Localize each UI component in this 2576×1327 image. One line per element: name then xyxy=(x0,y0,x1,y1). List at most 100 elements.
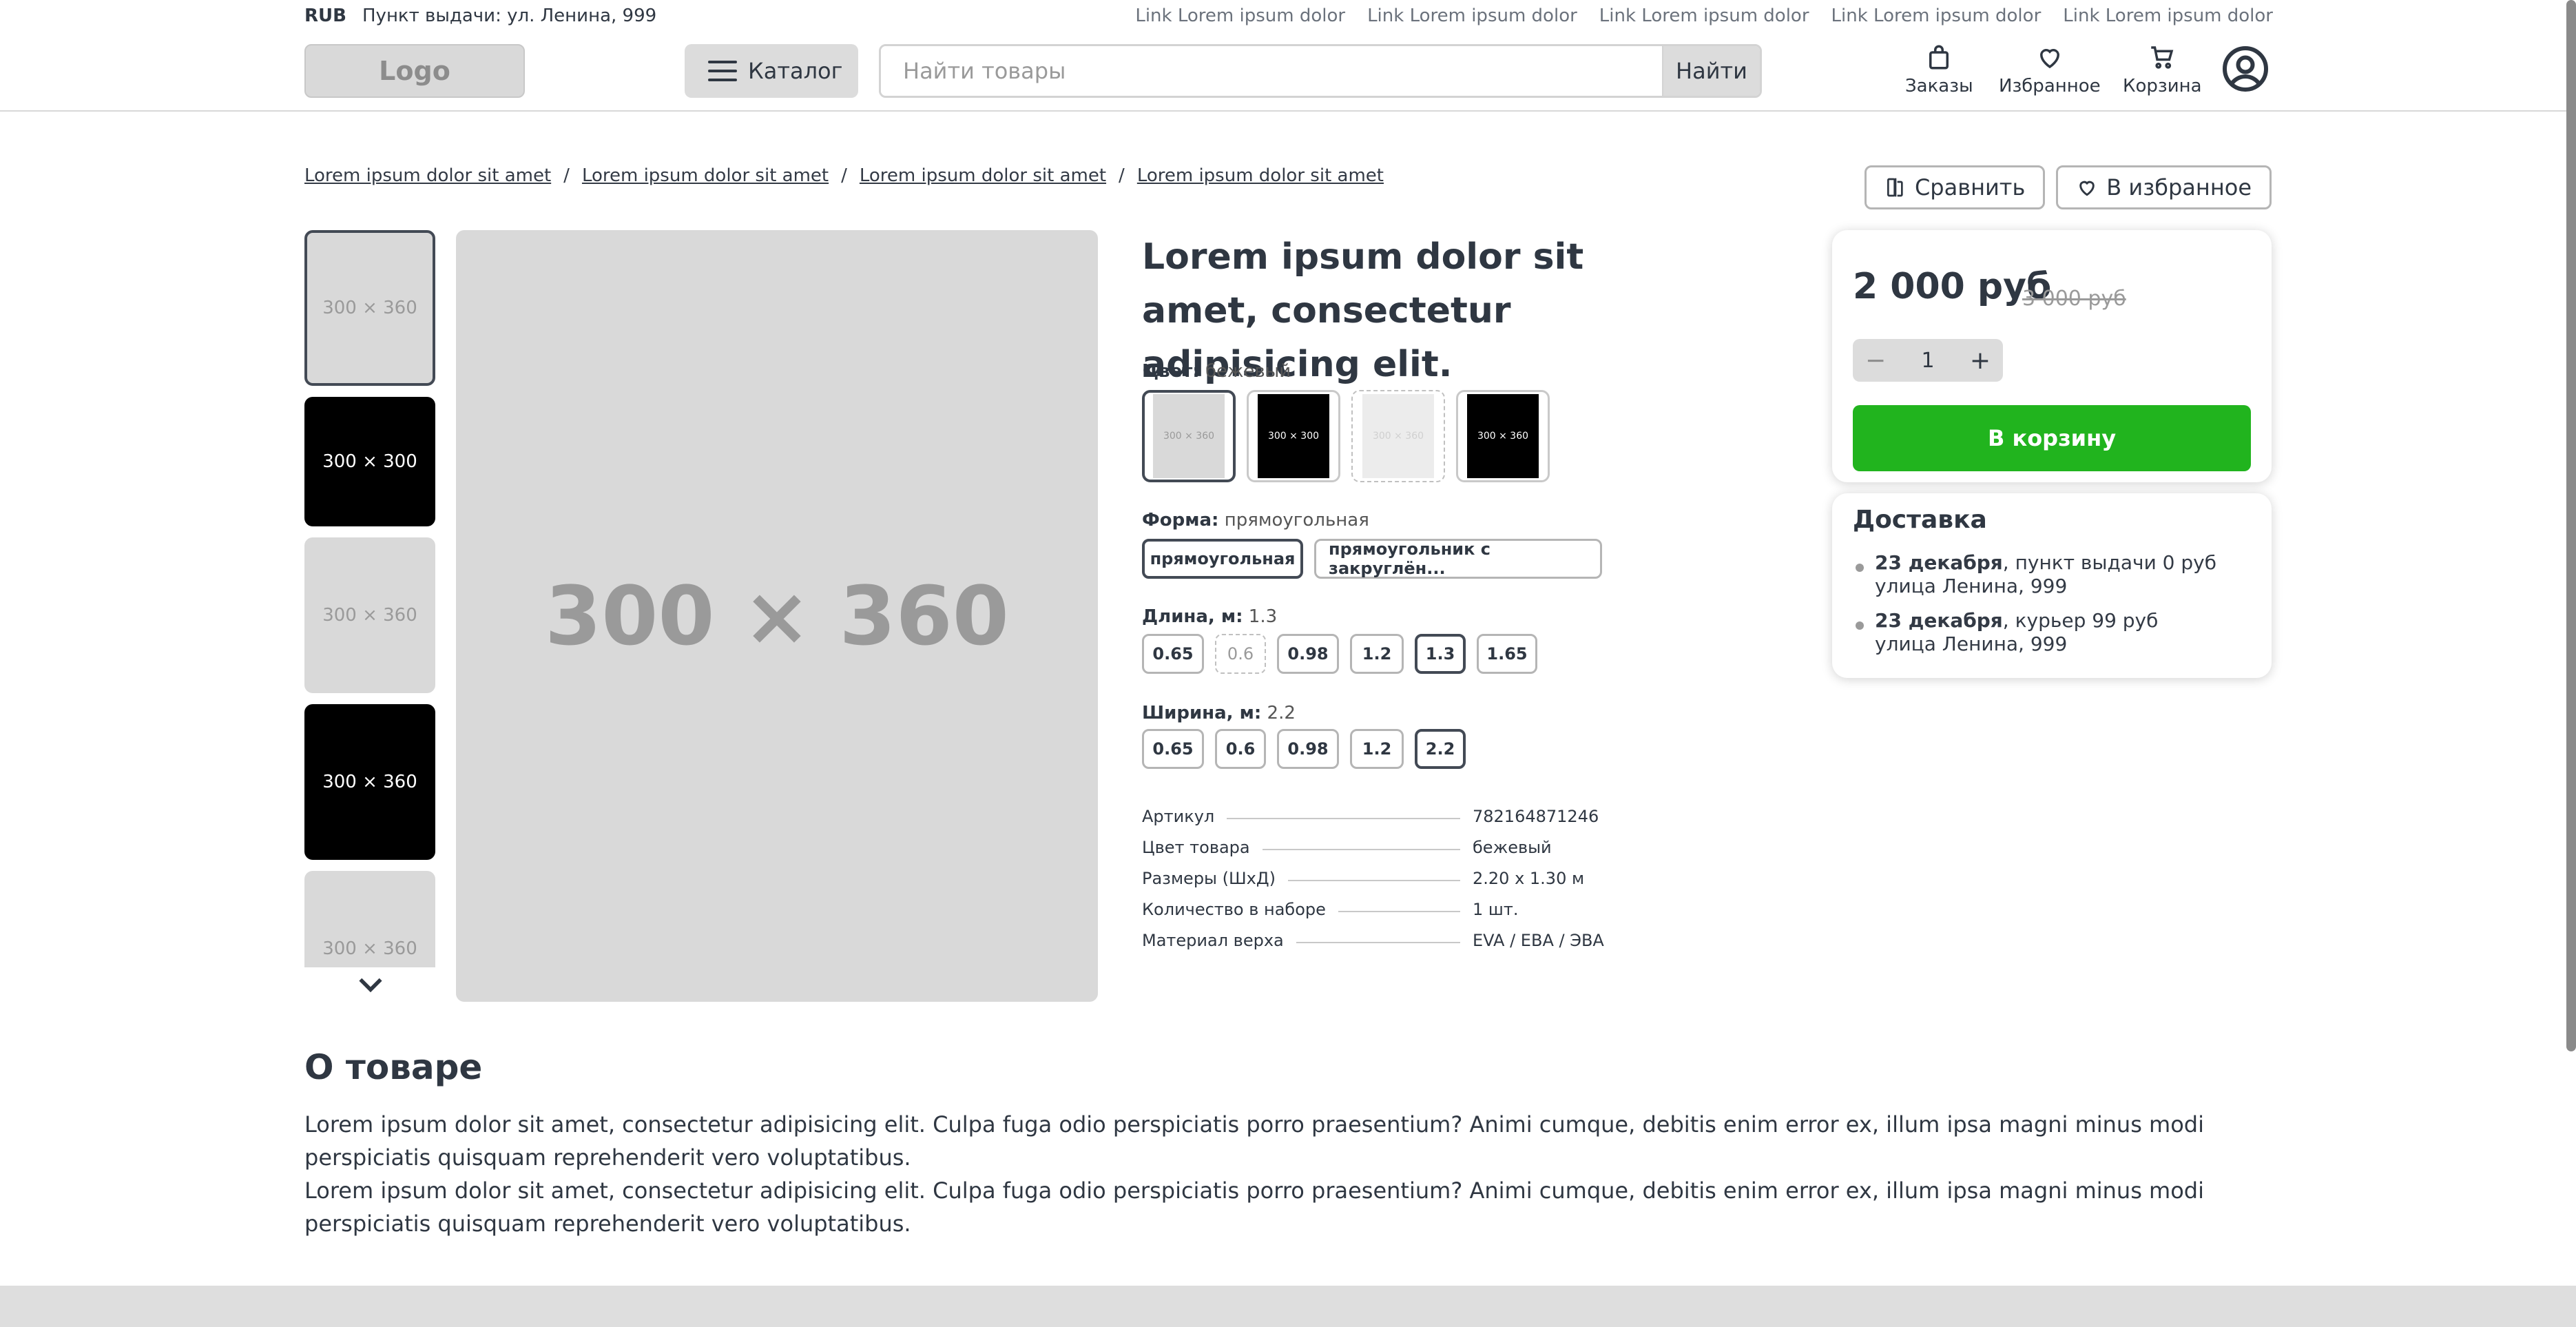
shape-option[interactable]: прямоугольник с закруглён... xyxy=(1314,539,1602,579)
add-to-favorites-button[interactable]: В избранное xyxy=(2056,165,2272,209)
length-value: 1.3 xyxy=(1248,606,1278,627)
spec-row: Количество в наборе 1 шт. xyxy=(1142,888,1610,919)
color-swatch[interactable]: 300 × 360 xyxy=(1456,390,1550,482)
cart-icon xyxy=(2151,46,2174,69)
delivery-text: , пункт выдачи 0 руб xyxy=(2002,551,2216,574)
color-value: бежевый xyxy=(1205,361,1291,382)
favorite-label: В избранное xyxy=(2106,174,2252,200)
delivery-option: 23 декабря, пункт выдачи 0 руб улица Лен… xyxy=(1853,551,2216,598)
delivery-address: улица Ленина, 999 xyxy=(1875,575,2068,597)
delivery-option: 23 декабря, курьер 99 руб улица Ленина, … xyxy=(1853,609,2158,656)
compare-button[interactable]: Сравнить xyxy=(1864,165,2046,209)
breadcrumb: Lorem ipsum dolor sit amet / Lorem ipsum… xyxy=(304,165,1384,186)
length-option[interactable]: 1.65 xyxy=(1477,634,1537,674)
top-link[interactable]: Link Lorem ipsum dolor xyxy=(1367,6,1577,26)
thumbnail-gallery: 300 × 360 300 × 300 300 × 360 300 × 360 … xyxy=(304,230,435,967)
increase-quantity-button[interactable]: + xyxy=(1970,347,1991,375)
spec-row: Артикул 782164871246 xyxy=(1142,795,1610,826)
width-option[interactable]: 0.98 xyxy=(1277,729,1339,769)
color-swatch-unavailable[interactable]: 300 × 360 xyxy=(1351,390,1445,482)
shape-option-label: Форма: прямоугольная xyxy=(1142,510,1369,531)
delivery-title: Доставка xyxy=(1853,506,1987,534)
compare-icon xyxy=(1887,178,1903,197)
cart-label: Корзина xyxy=(2123,76,2202,96)
width-option[interactable]: 2.2 xyxy=(1415,729,1466,769)
decrease-quantity-button[interactable]: − xyxy=(1865,347,1886,375)
shape-value: прямоугольная xyxy=(1224,510,1369,531)
quantity-value[interactable]: 1 xyxy=(1921,349,1934,373)
top-link[interactable]: Link Lorem ipsum dolor xyxy=(1831,6,2042,26)
heart-icon xyxy=(2079,181,2095,196)
compare-label: Сравнить xyxy=(1914,174,2026,200)
spec-value: 782164871246 xyxy=(1473,807,1599,826)
length-option-unavailable[interactable]: 0.6 xyxy=(1215,634,1266,674)
currency-selector[interactable]: RUB xyxy=(304,6,346,26)
price-card: 2 000 руб 3 000 руб − 1 + В корзину xyxy=(1832,230,2272,482)
length-label: Длина, м: xyxy=(1142,606,1243,627)
width-option[interactable]: 0.65 xyxy=(1142,729,1204,769)
top-link[interactable]: Link Lorem ipsum dolor xyxy=(2063,6,2273,26)
top-strip: RUB Пункт выдачи: ул. Ленина, 999 Link L… xyxy=(0,0,2576,36)
top-link[interactable]: Link Lorem ipsum dolor xyxy=(1135,6,1345,26)
favorites-label: Избранное xyxy=(1999,76,2101,96)
thumbnail[interactable]: 300 × 360 xyxy=(304,537,435,693)
thumbnail[interactable]: 300 × 360 xyxy=(304,871,435,967)
heart-icon xyxy=(2039,49,2059,69)
menu-icon xyxy=(708,61,737,81)
spec-row: Размеры (ШхД) 2.20 x 1.30 м xyxy=(1142,857,1610,888)
length-option[interactable]: 0.65 xyxy=(1142,634,1204,674)
main-product-image[interactable]: 300 × 360 xyxy=(456,230,1098,1002)
spec-key: Цвет товара xyxy=(1142,838,1250,857)
delivery-date: 23 декабря xyxy=(1875,551,2003,574)
length-option[interactable]: 0.98 xyxy=(1277,634,1339,674)
search-input[interactable] xyxy=(881,46,1662,96)
delivery-card: Доставка 23 декабря, пункт выдачи 0 руб … xyxy=(1832,493,2272,678)
search-button[interactable]: Найти xyxy=(1662,46,1760,96)
breadcrumb-link[interactable]: Lorem ipsum dolor sit amet xyxy=(860,165,1106,186)
color-swatch[interactable]: 300 × 360 xyxy=(1142,390,1236,482)
breadcrumb-separator: / xyxy=(563,165,570,186)
shopping-bag-icon xyxy=(1929,45,1949,70)
quantity-stepper: − 1 + xyxy=(1853,339,2003,382)
page-scrollbar[interactable] xyxy=(2566,0,2576,1051)
spec-key: Размеры (ШхД) xyxy=(1142,869,1276,888)
breadcrumb-separator: / xyxy=(841,165,847,186)
delivery-date: 23 декабря xyxy=(1875,609,2003,632)
about-paragraph: Lorem ipsum dolor sit amet, consectetur … xyxy=(304,1111,2204,1171)
delivery-address: улица Ленина, 999 xyxy=(1875,632,2068,655)
spec-key: Материал верха xyxy=(1142,931,1284,950)
shape-option[interactable]: прямоугольная xyxy=(1142,539,1303,579)
spec-row: Материал верха EVA / ЕВА / ЭВА xyxy=(1142,919,1610,950)
top-link[interactable]: Link Lorem ipsum dolor xyxy=(1599,6,1809,26)
breadcrumb-link[interactable]: Lorem ipsum dolor sit amet xyxy=(582,165,829,186)
favorites-link[interactable]: Избранное xyxy=(1999,43,2101,96)
breadcrumb-link[interactable]: Lorem ipsum dolor sit amet xyxy=(1137,165,1384,186)
width-option[interactable]: 1.2 xyxy=(1350,729,1404,769)
site-header: Logo Каталог Найти Заказы Избранное Корз… xyxy=(0,36,2576,112)
spec-row: Цвет товара бежевый xyxy=(1142,826,1610,857)
length-option[interactable]: 1.3 xyxy=(1415,634,1466,674)
thumbnail[interactable]: 300 × 300 xyxy=(304,397,435,526)
cart-link[interactable]: Корзина xyxy=(2123,43,2202,96)
chevron-down-icon[interactable] xyxy=(355,974,386,995)
product-specs: Артикул 782164871246 Цвет товара бежевый Р… xyxy=(1142,795,1610,950)
width-option[interactable]: 0.6 xyxy=(1215,729,1266,769)
length-option[interactable]: 1.2 xyxy=(1350,634,1404,674)
width-label: Ширина, м: xyxy=(1142,703,1262,723)
swatch-image: 300 × 300 xyxy=(1258,394,1329,478)
user-profile-icon[interactable] xyxy=(2221,44,2270,94)
catalog-button[interactable]: Каталог xyxy=(685,44,858,98)
about-title: О товаре xyxy=(304,1047,483,1087)
thumbnail[interactable]: 300 × 360 xyxy=(304,704,435,860)
swatch-image: 300 × 360 xyxy=(1362,394,1434,478)
spec-value: 2.20 x 1.30 м xyxy=(1473,869,1585,888)
spec-key: Количество в наборе xyxy=(1142,900,1326,919)
logo[interactable]: Logo xyxy=(304,44,525,98)
orders-link[interactable]: Заказы xyxy=(1905,43,1973,96)
add-to-cart-button[interactable]: В корзину xyxy=(1853,405,2251,471)
breadcrumb-link[interactable]: Lorem ipsum dolor sit amet xyxy=(304,165,551,186)
thumbnail[interactable]: 300 × 360 xyxy=(304,230,435,386)
swatch-image: 300 × 360 xyxy=(1467,394,1539,478)
color-swatch[interactable]: 300 × 300 xyxy=(1247,390,1340,482)
pickup-point[interactable]: Пункт выдачи: ул. Ленина, 999 xyxy=(362,6,656,26)
